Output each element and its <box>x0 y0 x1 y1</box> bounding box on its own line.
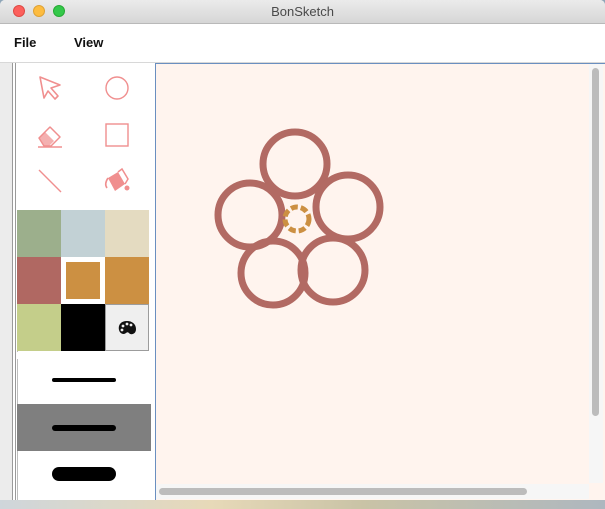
circle-tool[interactable] <box>97 70 137 106</box>
color-swatch[interactable] <box>61 304 105 351</box>
select-tool[interactable] <box>30 70 70 106</box>
selection-ring <box>282 204 312 234</box>
circle-shape[interactable] <box>237 237 309 309</box>
color-swatch[interactable] <box>17 304 61 351</box>
square-icon <box>105 123 129 147</box>
horizontal-scroll-thumb[interactable] <box>159 488 527 495</box>
color-swatch[interactable] <box>105 257 149 304</box>
menu-view[interactable]: View <box>74 35 103 50</box>
vertical-scroll-thumb[interactable] <box>592 68 599 416</box>
vertical-scrollbar[interactable] <box>589 64 603 483</box>
panel-divider <box>12 63 13 500</box>
fill-tool[interactable] <box>97 163 137 199</box>
stroke-thick-line <box>52 467 116 481</box>
color-palette <box>17 210 151 352</box>
circle-shape[interactable] <box>297 234 369 306</box>
drawing-canvas[interactable] <box>155 63 605 500</box>
stroke-thin[interactable] <box>17 363 151 396</box>
eraser-tool[interactable] <box>30 117 70 153</box>
circle-shape[interactable] <box>259 128 331 200</box>
app-window: BonSketch File View <box>0 0 605 500</box>
circle-shape[interactable] <box>312 171 384 243</box>
line-icon <box>38 169 62 193</box>
stroke-thin-line <box>52 377 116 382</box>
custom-color-button[interactable] <box>105 304 149 351</box>
eraser-icon <box>38 126 62 148</box>
menu-file[interactable]: File <box>14 35 36 50</box>
title-bar[interactable]: BonSketch <box>0 0 605 24</box>
menu-bar: File View <box>0 24 605 63</box>
color-swatch[interactable] <box>17 257 61 304</box>
panel-divider <box>15 63 16 500</box>
circle-icon <box>105 76 129 100</box>
paint-bucket-icon <box>104 167 130 191</box>
stroke-medium-line <box>52 424 116 431</box>
rectangle-tool[interactable] <box>97 117 137 153</box>
canvas-drawing <box>214 128 384 309</box>
stroke-thick[interactable] <box>17 456 151 492</box>
tool-panel <box>12 63 155 500</box>
color-swatch-selected[interactable] <box>61 257 105 304</box>
color-swatch[interactable] <box>61 210 105 257</box>
color-swatch[interactable] <box>105 210 149 257</box>
stroke-medium-selected[interactable] <box>17 404 151 451</box>
horizontal-scrollbar[interactable] <box>156 484 589 499</box>
circle-shape[interactable] <box>214 179 286 251</box>
color-swatch[interactable] <box>17 210 61 257</box>
line-tool[interactable] <box>30 163 70 199</box>
selected-color <box>66 262 100 299</box>
window-title: BonSketch <box>271 4 334 19</box>
palette-icon <box>118 320 136 334</box>
arrow-cursor-icon <box>39 76 61 100</box>
